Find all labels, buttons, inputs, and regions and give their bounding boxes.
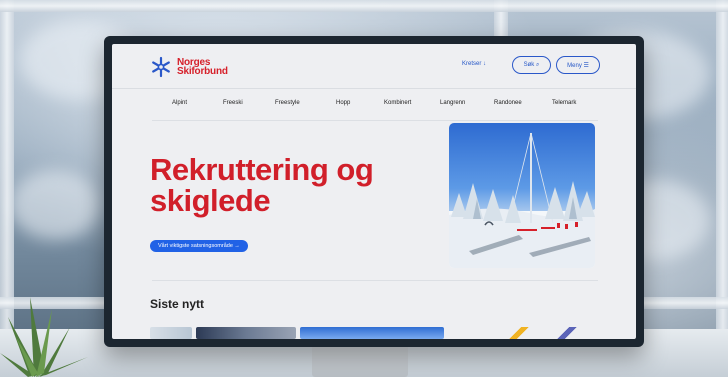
logo-text: Norges Skiforbund [177, 58, 228, 77]
site-logo[interactable]: Norges Skiforbund [150, 56, 228, 78]
window-frame [0, 0, 728, 12]
search-button[interactable]: Søk ⌕ [512, 56, 551, 74]
news-heading: Siste nytt [150, 297, 205, 311]
hero-image[interactable] [449, 123, 595, 268]
monitor-stand [312, 345, 408, 377]
logo-line2: Skiforbund [177, 66, 228, 77]
news-thumbnail[interactable] [506, 327, 532, 339]
nav-item-freeski[interactable]: Freeski [223, 100, 243, 106]
nav-item-kombinert[interactable]: Kombinert [384, 100, 411, 106]
divider [152, 280, 598, 281]
nav-item-freestyle[interactable]: Freestyle [275, 100, 300, 106]
cta-button[interactable]: Vårt viktigste satsningsområde → [150, 240, 248, 252]
nav-item-randonee[interactable]: Randonee [494, 100, 522, 106]
frost-blur [10, 170, 100, 240]
divider [152, 120, 598, 121]
site-header: Norges Skiforbund Kretser ↓ Søk ⌕ Meny ☰ [112, 44, 636, 89]
news-thumbnail[interactable] [150, 327, 192, 339]
hero-title-line1: Rekruttering og [150, 152, 374, 187]
plant-icon [0, 297, 88, 377]
photo-background: Norges Skiforbund Kretser ↓ Søk ⌕ Meny ☰… [0, 0, 728, 377]
nav-item-telemark[interactable]: Telemark [552, 100, 576, 106]
hero-title: Rekruttering og skiglede [150, 154, 410, 216]
news-thumbnail[interactable] [196, 327, 296, 339]
nav-item-alpint[interactable]: Alpint [172, 100, 187, 106]
nav-item-langrenn[interactable]: Langrenn [440, 100, 465, 106]
snowflake-logo-icon [152, 56, 170, 78]
monitor: Norges Skiforbund Kretser ↓ Søk ⌕ Meny ☰… [104, 36, 644, 347]
ski-slope-image-icon [449, 132, 595, 268]
hero-title-line2: skiglede [150, 183, 271, 218]
window-frame [716, 0, 728, 377]
website-screen: Norges Skiforbund Kretser ↓ Søk ⌕ Meny ☰… [112, 44, 636, 339]
kretser-dropdown[interactable]: Kretser ↓ [462, 61, 486, 67]
news-thumbnail[interactable] [300, 327, 444, 339]
menu-button[interactable]: Meny ☰ [556, 56, 600, 74]
discipline-nav: Alpint Freeski Freestyle Hopp Kombinert … [154, 100, 594, 112]
news-thumbnail[interactable] [554, 327, 580, 339]
nav-item-hopp[interactable]: Hopp [336, 100, 350, 106]
